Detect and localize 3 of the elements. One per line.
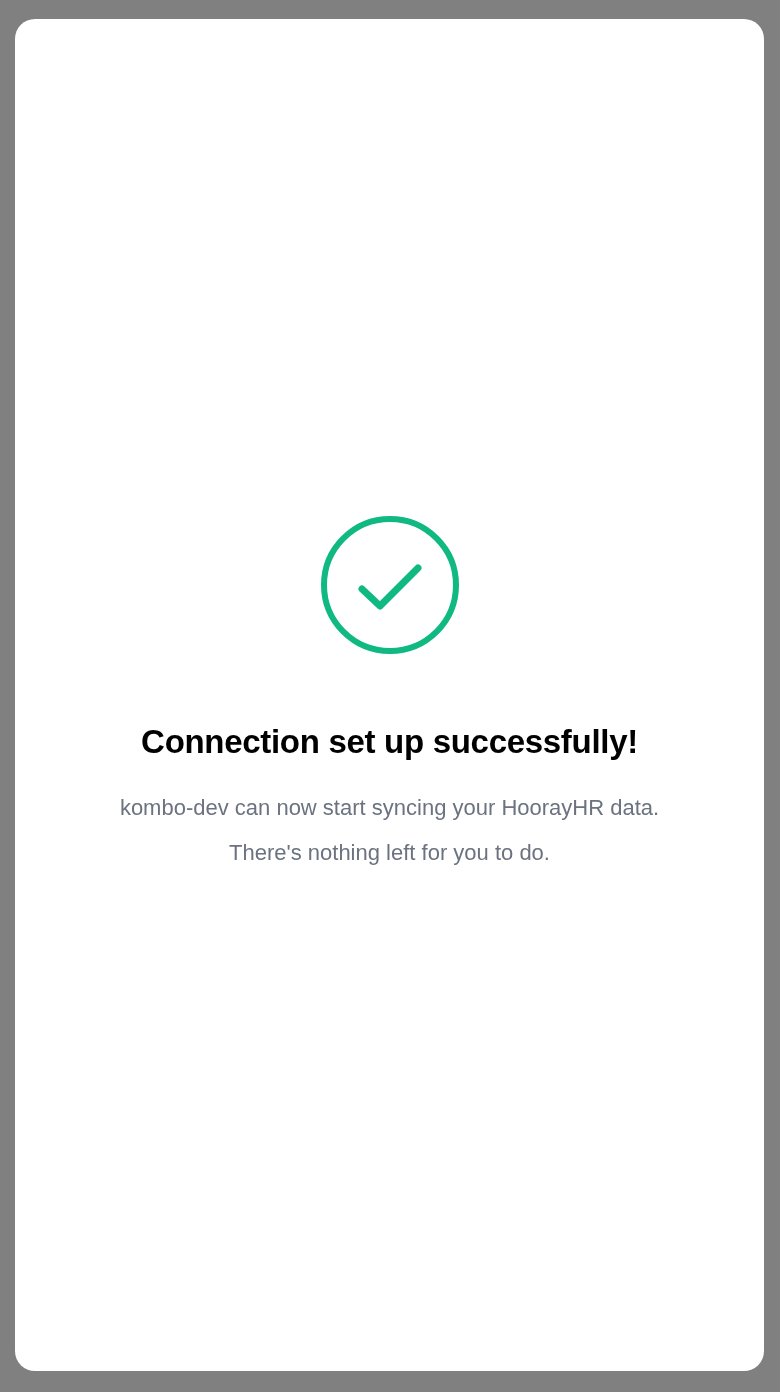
success-message: kombo-dev can now start syncing your HoorayHR data. There's nothing left for you to do. [118,794,661,867]
success-title: Connection set up successfully! [141,723,638,761]
check-circle-icon [319,515,460,655]
